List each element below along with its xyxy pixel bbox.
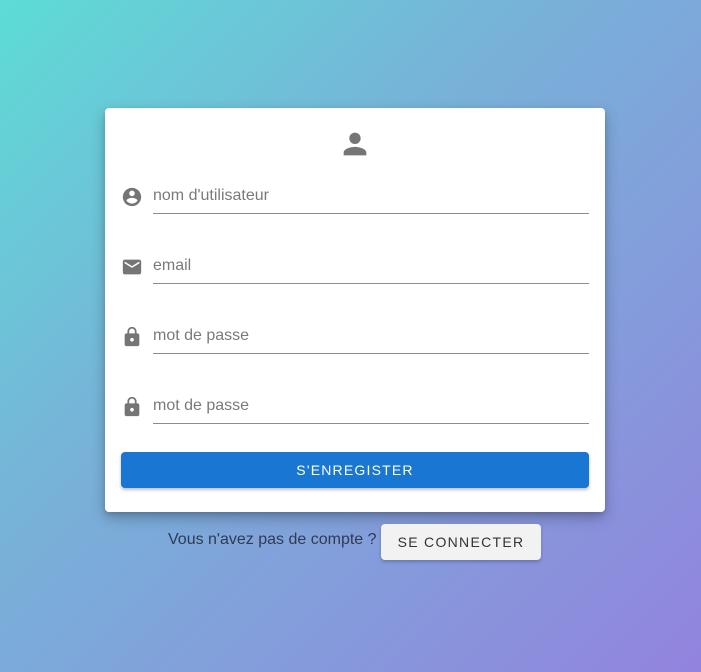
lock-icon bbox=[124, 326, 140, 347]
password-input[interactable] bbox=[153, 318, 589, 354]
email-field-row bbox=[121, 248, 589, 288]
lock-icon bbox=[124, 396, 140, 417]
mail-icon bbox=[122, 259, 142, 275]
email-input[interactable] bbox=[153, 248, 589, 284]
login-button[interactable]: SE CONNECTER bbox=[381, 524, 541, 560]
register-card: S'ENREGISTER bbox=[105, 108, 605, 512]
confirm-password-input[interactable] bbox=[153, 388, 589, 424]
register-button[interactable]: S'ENREGISTER bbox=[121, 452, 589, 488]
password-field-row bbox=[121, 318, 589, 358]
no-account-prompt: Vous n'avez pas de compte ? bbox=[168, 531, 377, 548]
person-icon bbox=[343, 132, 367, 156]
username-field-row bbox=[121, 178, 589, 218]
confirm-password-field-row bbox=[121, 388, 589, 428]
account-circle-icon bbox=[122, 187, 142, 207]
username-input[interactable] bbox=[153, 178, 589, 214]
